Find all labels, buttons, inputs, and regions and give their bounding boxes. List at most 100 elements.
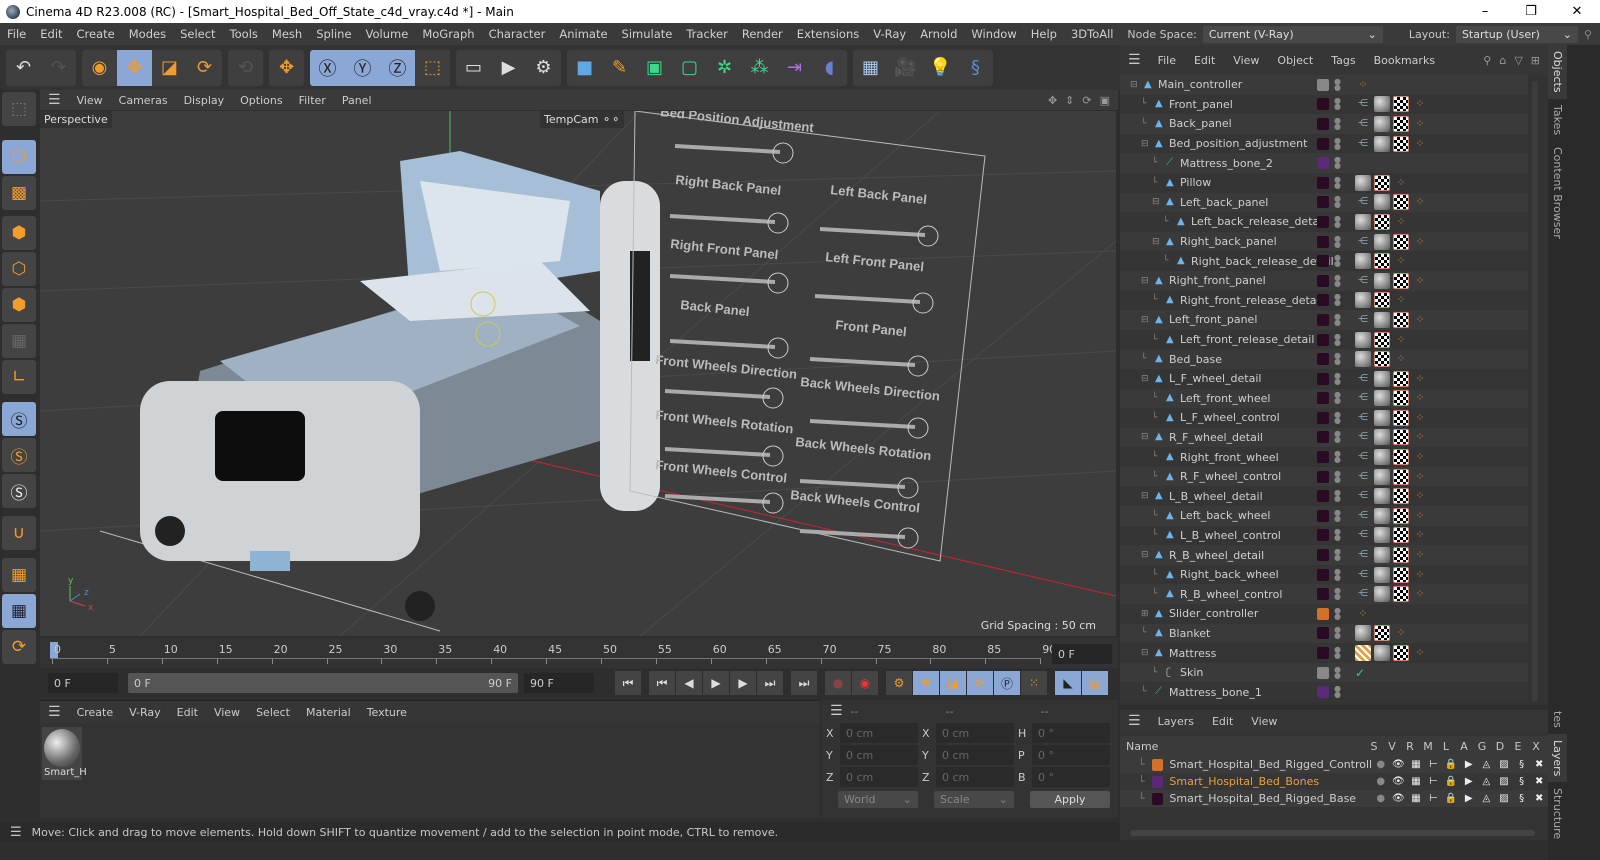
- material-menu-material[interactable]: Material: [298, 706, 359, 719]
- close-button[interactable]: ✕: [1554, 4, 1600, 19]
- viewport-menu-cameras[interactable]: Cameras: [111, 94, 176, 107]
- texture-tag-icon[interactable]: [1393, 115, 1409, 132]
- visibility-dots-icon[interactable]: ● ●: [1334, 273, 1341, 287]
- timeline-ruler[interactable]: 0 5 10 15 20 25 30 35 40 45 50 55 60 65 70 75 80 85 90 0 F: [40, 638, 1118, 668]
- texture-tag-icon[interactable]: [1393, 233, 1409, 250]
- object-row[interactable]: └ ▲ R_B_wheel_control ● ● ⋲ ⁘: [1120, 584, 1528, 605]
- array-icon[interactable]: ⁂: [742, 50, 777, 86]
- object-row[interactable]: ⊟ ▲ Left_back_panel ● ● ⋲ ⁘: [1120, 192, 1528, 213]
- controller-tag-icon[interactable]: ⁘: [1412, 547, 1428, 563]
- material-tag-icon[interactable]: [1355, 253, 1371, 270]
- menu-animate[interactable]: Animate: [552, 27, 614, 41]
- expressions-icon[interactable]: §: [1513, 776, 1531, 787]
- camera-icon[interactable]: 🎥: [888, 50, 923, 86]
- xref-icon[interactable]: ✖: [1530, 776, 1548, 787]
- object-row[interactable]: └ ▲ Left_back_wheel ● ● ⋲ ⁘: [1120, 506, 1528, 526]
- visibility-dots-icon[interactable]: ● ●: [1334, 646, 1341, 660]
- object-row[interactable]: ⊟ ▲ R_B_wheel_detail ● ● ⋲ ⁘: [1120, 545, 1528, 565]
- object-scrollbar[interactable]: [1532, 81, 1538, 701]
- object-row[interactable]: └ ▲ Back_panel ● ● ⋲ ⁘: [1120, 114, 1528, 134]
- menu-spline[interactable]: Spline: [309, 27, 358, 41]
- uv-mode-icon[interactable]: ▦: [2, 324, 36, 358]
- controller-tag-icon[interactable]: ⁘: [1412, 410, 1428, 426]
- locked-workplane-icon[interactable]: ▦: [2, 594, 36, 628]
- material-tag-icon[interactable]: [1374, 370, 1390, 387]
- animation-icon[interactable]: ▶: [1460, 776, 1478, 787]
- visibility-dots-icon[interactable]: ● ●: [1334, 548, 1341, 562]
- material-tag-icon[interactable]: [1374, 272, 1390, 289]
- deformer-icon[interactable]: ⇥: [777, 50, 812, 86]
- ik-tag-icon[interactable]: ⋲: [1355, 410, 1371, 426]
- visible-icon[interactable]: 👁: [1390, 759, 1408, 770]
- manager-icon[interactable]: ⊢: [1425, 759, 1443, 770]
- object-row[interactable]: └ ▲ Right_back_wheel ● ● ⋲ ⁘: [1120, 564, 1528, 585]
- layer-column-x[interactable]: X: [1527, 740, 1545, 753]
- texture-tag-icon[interactable]: [1374, 331, 1390, 348]
- psr-icon[interactable]: ⟲: [228, 50, 263, 86]
- object-row[interactable]: └ ▲ Right_back_release_detail ● ● ⁘: [1120, 251, 1528, 271]
- cube-icon[interactable]: ■: [567, 50, 602, 86]
- layer-color-swatch[interactable]: [1317, 353, 1329, 366]
- expand-minus-icon[interactable]: ⊟: [1141, 648, 1151, 658]
- visibility-dots-icon[interactable]: ● ●: [1334, 371, 1341, 385]
- new-view-icon[interactable]: ⊞: [1531, 54, 1540, 67]
- visibility-dots-icon[interactable]: ● ●: [1334, 97, 1341, 111]
- layer-row[interactable]: └ Smart_Hospital_Bed_Rigged_Base ● 👁 ▦ ⊢ 🔒 ▶ ◬ ▨ §…: [1120, 790, 1548, 807]
- layer-color-swatch[interactable]: [1317, 686, 1329, 699]
- layer-color-swatch[interactable]: [1317, 98, 1329, 111]
- visibility-dots-icon[interactable]: ● ●: [1334, 528, 1341, 542]
- ik-tag-icon[interactable]: ⋲: [1355, 488, 1371, 504]
- home-icon[interactable]: ⌂: [1499, 54, 1506, 67]
- texture-tag-icon[interactable]: [1374, 292, 1390, 309]
- hamburger-icon[interactable]: ☰: [40, 704, 69, 720]
- layer-color-swatch[interactable]: [1317, 568, 1329, 581]
- controller-tag-icon[interactable]: ⁘: [1393, 332, 1409, 348]
- object-row[interactable]: ⊟ ▲ R_F_wheel_detail ● ● ⋲ ⁘: [1120, 427, 1528, 448]
- manager-icon[interactable]: ⊢: [1425, 776, 1443, 787]
- node-space-select[interactable]: Current (V-Ray) ⌄: [1202, 25, 1383, 43]
- object-row[interactable]: ⊞ ▲ Slider_controller ● ● ⁘: [1120, 604, 1528, 624]
- maximize-button[interactable]: ❐: [1508, 4, 1554, 19]
- layer-column-r[interactable]: R: [1401, 740, 1419, 753]
- move-icon[interactable]: ✥: [117, 49, 152, 86]
- visibility-dots-icon[interactable]: ● ●: [1334, 685, 1341, 699]
- transform-icon[interactable]: ✥: [269, 50, 304, 86]
- ik-tag-icon[interactable]: ⋲: [1355, 273, 1371, 289]
- object-row[interactable]: ⊟ ▲ Left_front_panel ● ● ⋲ ⁘: [1120, 310, 1528, 330]
- ik-tag-icon[interactable]: ⋲: [1355, 234, 1371, 250]
- layer-color-swatch[interactable]: [1317, 431, 1329, 444]
- object-row[interactable]: └ ▲ Right_front_wheel ● ● ⋲ ⁘: [1120, 447, 1528, 467]
- object-row[interactable]: ⊟ ▲ Right_back_panel ● ● ⋲ ⁘: [1120, 231, 1528, 252]
- layer-color-swatch[interactable]: [1317, 607, 1329, 620]
- controller-tag-icon[interactable]: ⁘: [1412, 234, 1428, 250]
- controller-tag-icon[interactable]: ⁘: [1412, 469, 1428, 485]
- size-field[interactable]: 0 cm: [936, 767, 1014, 787]
- material-tag-icon[interactable]: [1374, 429, 1390, 446]
- keyframe-selection-icon[interactable]: ⚙: [886, 671, 912, 695]
- visibility-dots-icon[interactable]: ● ●: [1334, 332, 1341, 346]
- layer-column-d[interactable]: D: [1491, 740, 1509, 753]
- menu-file[interactable]: File: [0, 27, 33, 41]
- undo-icon[interactable]: ↶: [6, 50, 41, 86]
- expressions-icon[interactable]: §: [1513, 759, 1531, 770]
- layer-column-e[interactable]: E: [1509, 740, 1527, 753]
- prev-frame-icon[interactable]: ◀: [676, 671, 702, 695]
- rotation-field[interactable]: 0 °: [1032, 723, 1110, 743]
- position-field[interactable]: 0 cm: [840, 723, 918, 743]
- ik-tag-icon[interactable]: ⋲: [1355, 547, 1371, 563]
- material-menu-edit[interactable]: Edit: [169, 706, 206, 719]
- 3d-viewport[interactable]: Bed Position Adjustment Right Back Panel L…: [40, 111, 1116, 636]
- layer-color-swatch[interactable]: [1317, 490, 1329, 503]
- scale-icon[interactable]: ◪: [152, 50, 187, 86]
- deformers-icon[interactable]: ▨: [1495, 759, 1513, 770]
- controller-tag-icon[interactable]: ⁘: [1412, 429, 1428, 445]
- menu-mograph[interactable]: MoGraph: [415, 27, 481, 41]
- controller-tag-icon[interactable]: ⁘: [1412, 449, 1428, 465]
- search-icon[interactable]: ⚲: [1584, 28, 1592, 41]
- weight-tag-icon[interactable]: [1355, 645, 1371, 662]
- position-field[interactable]: 0 cm: [840, 745, 918, 765]
- object-row[interactable]: └ ▲ Bed_base ● ● ⁘: [1120, 349, 1528, 369]
- key-rotation-icon[interactable]: ⟳: [967, 671, 993, 695]
- texture-tag-icon[interactable]: [1393, 96, 1409, 113]
- layer-color-swatch[interactable]: [1317, 215, 1329, 228]
